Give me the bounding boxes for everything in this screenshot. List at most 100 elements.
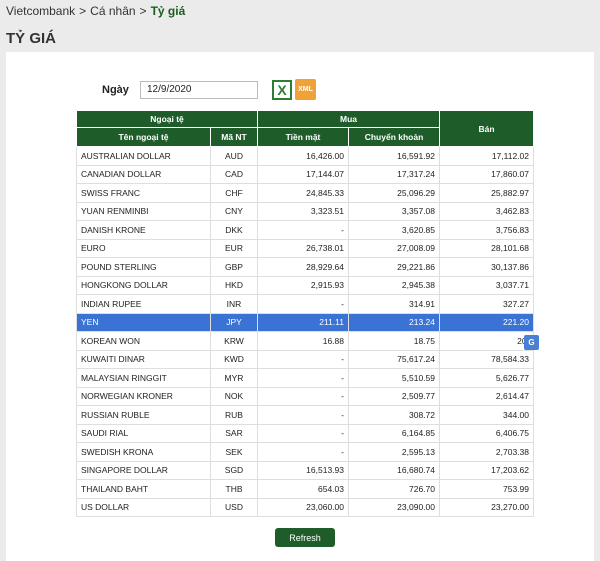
cell-name: CANADIAN DOLLAR [76,164,211,184]
cell-sell: 28,101.68 [439,238,534,258]
cell-transfer: 5,510.59 [348,368,440,388]
cell-transfer: 2,509.77 [348,386,440,406]
cell-sell: 25,882.97 [439,183,534,203]
cell-cash: 24,845.33 [257,183,349,203]
cell-cash: - [257,423,349,443]
cell-cash: 654.03 [257,479,349,499]
cell-name: YEN [76,312,211,332]
refresh-button[interactable]: Refresh [275,528,335,547]
cell-cash: 16.88 [257,331,349,351]
cell-transfer: 29,221.86 [348,257,440,277]
cell-cash: 26,738.01 [257,238,349,258]
cell-code: JPY [210,312,258,332]
table-row: SWISS FRANC CHF 24,845.33 25,096.29 25,882.9… [76,183,534,203]
cell-sell: 17,112.02 [439,146,534,166]
table-row: US DOLLAR USD 23,060.00 23,090.00 23,270.00 [76,497,534,517]
cell-name: YUAN RENMINBI [76,201,211,221]
cell-sell: 2,703.38 [439,442,534,462]
header-transfer: Chuyển khoản [348,127,440,147]
cell-transfer: 726.70 [348,479,440,499]
cell-cash: - [257,220,349,240]
cell-sell: 3,756.83 [439,220,534,240]
cell-cash: 211.11 [257,312,349,332]
cell-transfer: 75,617.24 [348,349,440,369]
cell-code: GBP [210,257,258,277]
table-row: YUAN RENMINBI CNY 3,323.51 3,357.08 3,462.83 [76,201,534,221]
table-row: POUND STERLING GBP 28,929.64 29,221.86 30,13… [76,257,534,277]
table-row: DANISH KRONE DKK -3,620.85 3,756.83 [76,220,534,240]
cell-cash: 17,144.07 [257,164,349,184]
breadcrumb-personal[interactable]: Cá nhân [90,4,135,18]
cell-sell: 221.20 [439,312,534,332]
cell-code: SEK [210,442,258,462]
cell-sell: 17,860.07 [439,164,534,184]
cell-name: SWISS FRANC [76,183,211,203]
page-title: TỶ GIÁ [6,30,57,47]
table-row: THAILAND BAHT THB 654.03 726.70 753.99 [76,479,534,499]
cell-cash: 3,323.51 [257,201,349,221]
table-row: SWEDISH KRONA SEK -2,595.13 2,703.38 [76,442,534,462]
cell-name: NORWEGIAN KRONER [76,386,211,406]
cell-transfer: 17,317.24 [348,164,440,184]
cell-code: NOK [210,386,258,406]
cell-name: POUND STERLING [76,257,211,277]
excel-icon[interactable]: X [272,79,292,100]
cell-cash: - [257,405,349,425]
cell-transfer: 27,008.09 [348,238,440,258]
cell-name: SAUDI RIAL [76,423,211,443]
cell-transfer: 3,620.85 [348,220,440,240]
cell-sell: 753.99 [439,479,534,499]
cell-cash: 16,513.93 [257,460,349,480]
cell-transfer: 16,591.92 [348,146,440,166]
cell-code: CNY [210,201,258,221]
cell-name: KOREAN WON [76,331,211,351]
cell-code: RUB [210,405,258,425]
cell-sell: 344.00 [439,405,534,425]
cell-name: DANISH KRONE [76,220,211,240]
breadcrumb-separator: > [79,4,87,18]
cell-code: CHF [210,183,258,203]
xml-icon[interactable]: XML [295,79,316,100]
cell-code: USD [210,497,258,517]
cell-name: US DOLLAR [76,497,211,517]
table-row: SINGAPORE DOLLAR SGD 16,513.93 16,680.74 17,… [76,460,534,480]
cell-transfer: 25,096.29 [348,183,440,203]
translate-icon[interactable]: G [524,335,539,350]
cell-code: THB [210,479,258,499]
cell-sell: 17,203.62 [439,460,534,480]
header-currency-group: Ngoại tệ [76,110,258,128]
header-buy-group: Mua [257,110,440,128]
cell-name: INDIAN RUPEE [76,294,211,314]
table-body: AUSTRALIAN DOLLAR AUD 16,426.00 16,591.92 17… [76,146,534,517]
cell-transfer: 23,090.00 [348,497,440,517]
cell-code: MYR [210,368,258,388]
cell-code: SGD [210,460,258,480]
cell-transfer: 314.91 [348,294,440,314]
cell-transfer: 16,680.74 [348,460,440,480]
cell-cash: - [257,349,349,369]
cell-name: RUSSIAN RUBLE [76,405,211,425]
breadcrumb: Vietcombank > Cá nhân > Tỷ giá [6,4,185,18]
cell-name: SWEDISH KRONA [76,442,211,462]
cell-name: HONGKONG DOLLAR [76,275,211,295]
date-label: Ngày [102,83,129,96]
cell-code: SAR [210,423,258,443]
cell-transfer: 2,945.38 [348,275,440,295]
breadcrumb-vietcombank[interactable]: Vietcombank [6,4,75,18]
cell-sell: 6,406.75 [439,423,534,443]
cell-sell: 3,462.83 [439,201,534,221]
cell-sell: 23,270.00 [439,497,534,517]
cell-name: AUSTRALIAN DOLLAR [76,146,211,166]
cell-sell: 5,626.77 [439,368,534,388]
cell-cash: 16,426.00 [257,146,349,166]
cell-code: INR [210,294,258,314]
cell-sell: 78,584.33 [439,349,534,369]
cell-cash: 2,915.93 [257,275,349,295]
date-input[interactable] [140,80,258,99]
table-row: RUSSIAN RUBLE RUB -308.72 344.00 [76,405,534,425]
table-row: EURO EUR 26,738.01 27,008.09 28,101.68 [76,238,534,258]
cell-cash: - [257,386,349,406]
table-row: INDIAN RUPEE INR -314.91 327.27 [76,294,534,314]
cell-transfer: 308.72 [348,405,440,425]
cell-transfer: 6,164.85 [348,423,440,443]
